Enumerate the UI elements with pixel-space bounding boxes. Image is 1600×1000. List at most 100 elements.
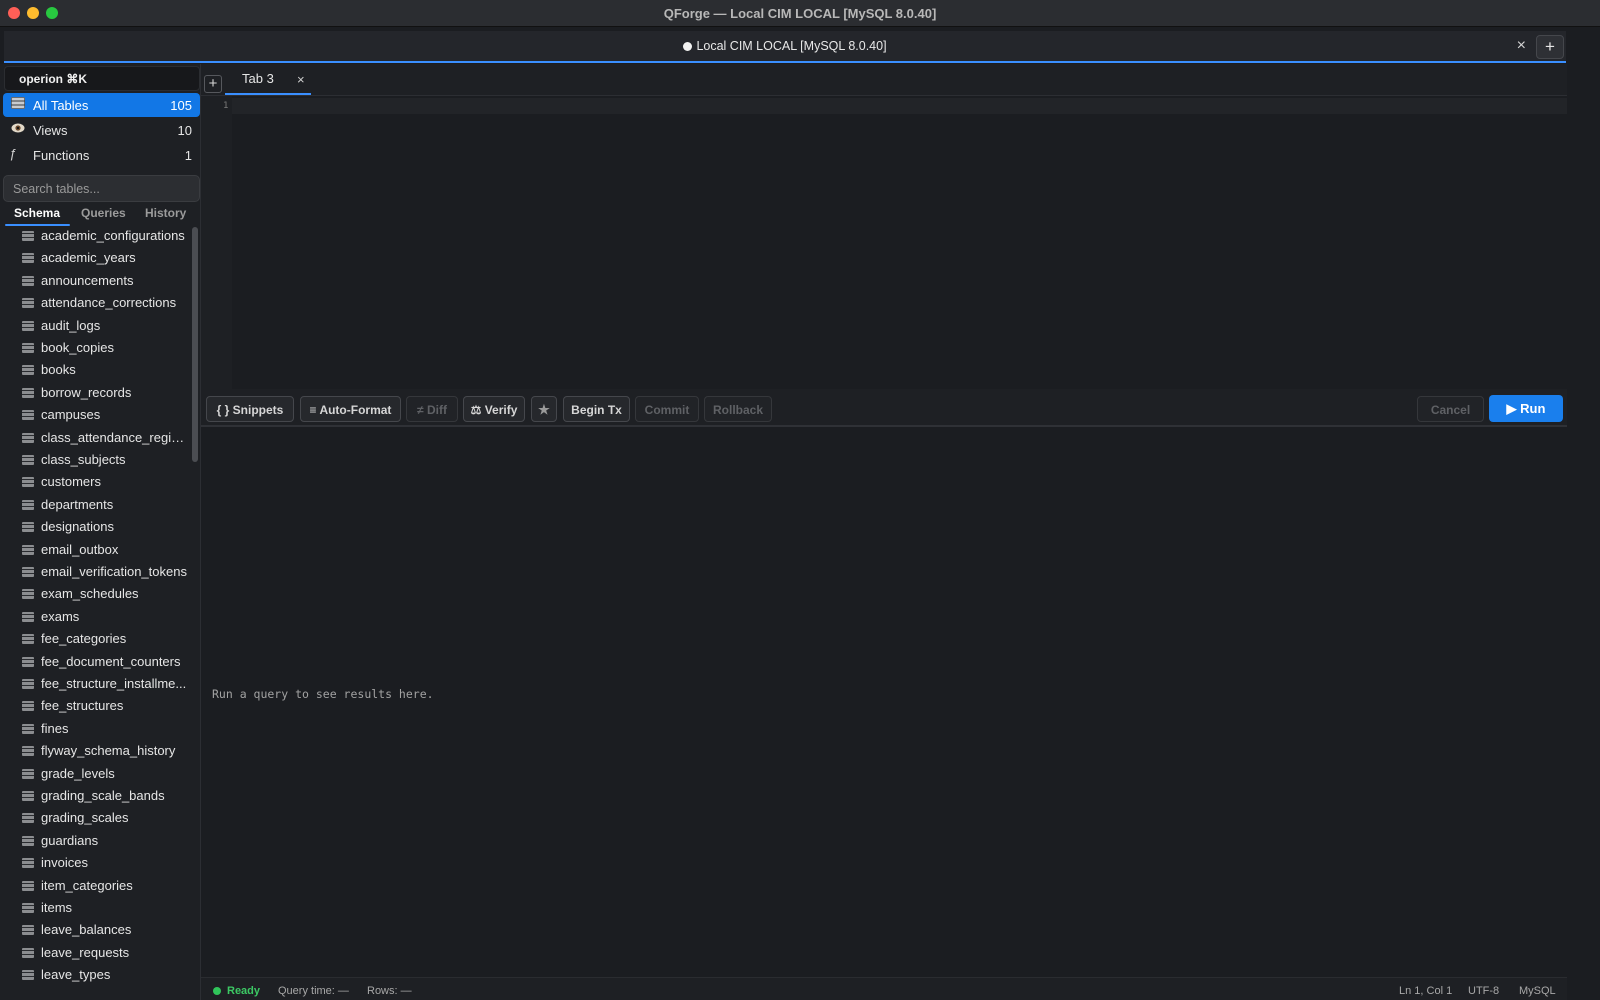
table-icon (22, 723, 34, 734)
table-name: email_verification_tokens (41, 564, 187, 579)
table-name: books (41, 362, 76, 378)
table-row[interactable]: leave_types (0, 964, 190, 986)
editor-tab-bar: + Tab 3 × (201, 64, 1567, 96)
table-row[interactable]: exams (0, 606, 190, 628)
table-row[interactable]: exam_schedules (0, 583, 190, 605)
nav-functions[interactable]: ƒ Functions 1 (3, 143, 200, 167)
table-row[interactable]: academic_configurations (0, 225, 190, 247)
editor-tab-label: Tab 3 (242, 71, 274, 86)
run-button[interactable]: ▶ Run (1489, 395, 1563, 422)
table-row[interactable]: borrow_records (0, 382, 190, 404)
table-row[interactable]: leave_balances (0, 919, 190, 941)
encoding: UTF-8 (1468, 985, 1500, 997)
window-title: QForge — Local CIM LOCAL [MySQL 8.0.40] (663, 6, 937, 21)
sidebar-scrollbar[interactable] (192, 227, 198, 462)
table-row[interactable]: grading_scales (0, 807, 190, 829)
cursor-position: Ln 1, Col 1 (1399, 985, 1453, 997)
add-tab-button[interactable]: + (204, 75, 222, 93)
nav-all-tables[interactable]: All Tables 105 (3, 93, 200, 117)
status-text: Ready (227, 985, 261, 997)
table-icon (22, 903, 34, 913)
tab-schema[interactable]: Schema (14, 206, 60, 220)
table-icon (22, 656, 34, 667)
table-row[interactable]: campuses (0, 404, 190, 426)
cancel-button[interactable]: Cancel (1417, 396, 1484, 422)
table-row[interactable]: book_copies (0, 337, 190, 359)
connection-tab-label: Local CIM LOCAL [MySQL 8.0.40] (696, 39, 887, 53)
table-name: class_subjects (41, 452, 126, 467)
table-row[interactable]: guardians (0, 830, 190, 852)
sql-editor[interactable]: 1 (201, 96, 1567, 389)
table-name: announcements (41, 272, 134, 288)
table-row[interactable]: email_outbox (0, 539, 190, 561)
table-row[interactable]: fee_structures (0, 695, 190, 717)
sql-dialect: MySQL (1519, 985, 1556, 997)
table-icon (22, 410, 34, 421)
table-row[interactable]: audit_logs (0, 315, 190, 337)
begin-transaction-button[interactable]: Begin Tx (563, 396, 630, 422)
connection-tab[interactable]: Local CIM LOCAL [MySQL 8.0.40] (4, 39, 1566, 53)
results-placeholder: Run a query to see results here. (212, 687, 434, 701)
app-window: QForge — Local CIM LOCAL [MySQL 8.0.40] … (0, 0, 1600, 1000)
table-row[interactable]: class_subjects (0, 449, 190, 471)
star-icon[interactable]: ★ (531, 396, 557, 422)
table-row[interactable]: grade_levels (0, 763, 190, 785)
table-name: fee_structures (41, 698, 124, 714)
sidebar: operion ⌘K All Tables 105 Views 10 ƒ Fun… (0, 64, 201, 1000)
table-row[interactable]: attendance_corrections (0, 292, 190, 314)
table-row[interactable]: fee_document_counters (0, 651, 190, 673)
verify-button[interactable]: ⚖ Verify (463, 396, 525, 422)
table-row[interactable]: announcements (0, 270, 190, 292)
table-name: invoices (41, 855, 88, 871)
tab-queries[interactable]: Queries (81, 206, 126, 220)
table-search-input[interactable]: Search tables... (3, 175, 200, 202)
table-row[interactable]: departments (0, 494, 190, 516)
table-row[interactable]: flyway_schema_history (0, 740, 190, 762)
results-panel: Run a query to see results here. (201, 427, 1567, 977)
query-time: Query time: — (278, 985, 349, 997)
table-row[interactable]: books (0, 359, 190, 381)
table-row[interactable]: items (0, 897, 190, 919)
table-row[interactable]: customers (0, 471, 190, 493)
nav-views[interactable]: Views 10 (3, 118, 200, 142)
current-line-highlight (232, 98, 1567, 114)
auto-format-button[interactable]: ≡ Auto-Format (300, 396, 401, 422)
add-connection-button[interactable]: + (1536, 35, 1564, 59)
table-row[interactable]: fee_categories (0, 628, 190, 650)
table-name: attendance_corrections (41, 295, 177, 311)
rollback-button[interactable]: Rollback (704, 396, 772, 422)
table-name: fines (41, 720, 69, 736)
tab-history[interactable]: History (145, 206, 186, 220)
sidebar-tabs: Schema Queries History (3, 204, 200, 226)
table-row[interactable]: email_verification_tokens (0, 561, 190, 583)
table-icon (22, 544, 34, 555)
table-icon (22, 746, 34, 757)
table-row[interactable]: fines (0, 718, 190, 740)
table-row[interactable]: invoices (0, 852, 190, 874)
diff-button[interactable]: ≠ Diff (406, 396, 458, 422)
table-name: grading_scale_bands (41, 788, 165, 803)
editor-tab[interactable]: Tab 3 × (225, 64, 311, 95)
table-row[interactable]: fee_structure_installme... (0, 673, 190, 695)
table-icon (22, 970, 34, 981)
close-connection-icon[interactable]: × (1517, 37, 1526, 55)
commit-button[interactable]: Commit (635, 396, 699, 422)
table-name: campuses (41, 407, 101, 423)
table-row[interactable]: leave_requests (0, 942, 190, 964)
table-icon (22, 320, 34, 331)
table-icon (22, 231, 34, 241)
table-row[interactable]: grading_scale_bands (0, 785, 190, 807)
close-tab-icon[interactable]: × (297, 72, 305, 87)
table-icon (11, 97, 27, 111)
line-gutter: 1 (201, 96, 232, 389)
table-row[interactable]: item_categories (0, 875, 190, 897)
snippets-button[interactable]: { } Snippets (206, 396, 294, 422)
command-palette-button[interactable]: operion ⌘K (4, 66, 200, 91)
function-icon: ƒ (9, 146, 17, 161)
table-name: academic_configurations (41, 228, 185, 243)
table-name: class_attendance_regis... (41, 429, 187, 445)
table-row[interactable]: designations (0, 516, 190, 538)
table-row[interactable]: class_attendance_regis... (0, 427, 190, 449)
table-name: audit_logs (41, 317, 101, 333)
table-row[interactable]: academic_years (0, 247, 190, 269)
